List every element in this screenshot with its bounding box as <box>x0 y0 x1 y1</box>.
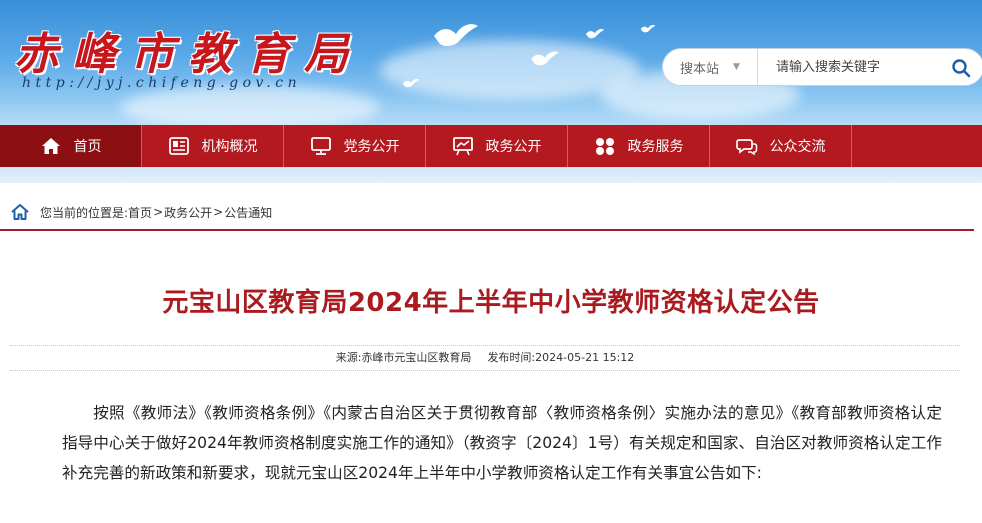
dove-icon <box>531 51 559 66</box>
breadcrumb-separator: > <box>153 205 164 219</box>
dove-icon <box>402 79 420 88</box>
breadcrumb-link-notices[interactable]: 公告通知 <box>224 204 272 221</box>
nav-item-label: 公众交流 <box>769 139 826 155</box>
nav-item-label: 机构概况 <box>201 139 258 155</box>
search-input[interactable] <box>774 51 958 83</box>
date-value: 2024-05-21 15:12 <box>535 351 635 364</box>
breadcrumb: 您当前的位置是: 首页 > 政务公开 > 公告通知 <box>10 200 272 224</box>
site-title: 赤峰市教育局 <box>14 29 362 80</box>
search-scope-select[interactable]: 搜本站 ▼ <box>663 49 758 85</box>
dove-icon <box>585 29 605 39</box>
dove-icon <box>640 25 656 33</box>
article-title: 元宝山区教育局2024年上半年中小学教师资格认定公告 <box>162 288 820 318</box>
source-label: 来源: <box>335 351 362 364</box>
dove-icon <box>434 24 478 47</box>
meta-divider-top <box>10 345 960 346</box>
nav-item-label: 党务公开 <box>343 139 400 155</box>
breadcrumb-prefix: 您当前的位置是: <box>40 205 129 220</box>
breadcrumb-separator: > <box>213 205 224 219</box>
monitor-icon <box>310 137 331 155</box>
info-card-icon <box>168 137 189 155</box>
presentation-board-icon <box>452 137 473 156</box>
nav-item-public-communication[interactable]: 公众交流 <box>710 125 852 167</box>
search-scope-label: 搜本站 <box>680 61 720 77</box>
article-meta: 来源:赤峰市元宝山区教育局 发布时间:2024-05-21 15:12 <box>0 349 970 365</box>
breadcrumb-link-government-affairs[interactable]: 政务公开 <box>164 204 212 221</box>
grid-dots-icon <box>595 138 614 155</box>
search-icon[interactable] <box>951 58 971 78</box>
chat-bubbles-icon <box>735 139 757 156</box>
site-url: http://jyj.chifeng.gov.cn <box>22 75 302 91</box>
nav-item-label: 政务服务 <box>627 139 684 155</box>
header-banner: 赤峰市教育局 http://jyj.chifeng.gov.cn 搜本站 ▼ <box>0 0 982 125</box>
home-icon <box>41 138 60 154</box>
breadcrumb-divider <box>0 229 974 231</box>
main-nav: 首页 机构概况 党务公开 政务公开 政务服务 公众交流 <box>0 125 982 167</box>
nav-item-label: 政务公开 <box>485 139 542 155</box>
nav-item-home[interactable]: 首页 <box>0 125 142 167</box>
nav-item-organization[interactable]: 机构概况 <box>142 125 284 167</box>
search-bar: 搜本站 ▼ <box>662 48 982 86</box>
nav-item-label: 首页 <box>73 139 102 155</box>
date-label: 发布时间: <box>487 351 536 364</box>
cloud-decoration <box>120 85 380 125</box>
home-outline-icon <box>11 204 29 220</box>
nav-item-party-affairs[interactable]: 党务公开 <box>284 125 426 167</box>
article-body-paragraph: 按照《教师法》《教师资格条例》《内蒙古自治区关于贯彻教育部〈教师资格条例〉实施办… <box>62 404 942 482</box>
nav-item-government-affairs[interactable]: 政务公开 <box>426 125 568 167</box>
meta-divider-bottom <box>10 370 960 371</box>
chevron-down-icon: ▼ <box>733 62 740 72</box>
nav-decoration-strip <box>0 167 982 183</box>
nav-item-government-services[interactable]: 政务服务 <box>568 125 710 167</box>
breadcrumb-link-home[interactable]: 首页 <box>128 204 152 221</box>
source-value: 赤峰市元宝山区教育局 <box>361 351 472 364</box>
